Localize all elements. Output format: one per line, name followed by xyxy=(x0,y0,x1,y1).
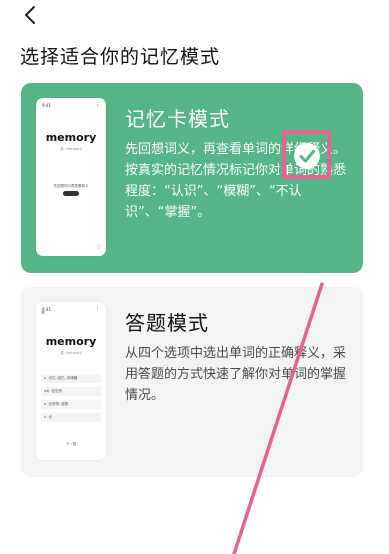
flashcard-preview-image: 9:41 ⋮ memory 英 /ˈmeməri/ 先回想词义再查看释义 xyxy=(36,98,106,256)
preview-hint: 先回想词义再查看释义 xyxy=(53,184,89,188)
mode-card-quiz[interactable]: 9:41 × ⋮ memory 英 /ˈmeməri/ n. 记忆, 回忆, 存… xyxy=(21,287,363,477)
preview-close-icon: × xyxy=(41,310,46,316)
preview-corner-icon xyxy=(96,244,101,249)
mode-description: 从四个选项中选出单词的正确释义，采用答题的方式快速了解你对单词的掌握情况。 xyxy=(125,346,347,403)
preview-phonetic: 英 /ˈmeməri/ xyxy=(60,351,82,355)
preview-option: n. 记 xyxy=(41,413,101,422)
back-chevron-icon[interactable] xyxy=(20,4,42,26)
preview-option: adj. 纪念的 xyxy=(41,387,101,396)
preview-option: n. 纪念物, 遗物 xyxy=(41,400,101,409)
mode-title: 记忆卡模式 xyxy=(125,107,230,131)
preview-word: memory xyxy=(45,131,97,144)
preview-word: memory xyxy=(45,335,97,348)
preview-reveal-button xyxy=(63,191,79,196)
preview-status-time: 9:41 xyxy=(42,103,51,108)
mode-title: 答题模式 xyxy=(125,311,209,335)
check-circle-icon[interactable] xyxy=(294,143,320,169)
preview-option: n. 记忆, 回忆, 存储器 xyxy=(41,374,101,383)
quiz-preview-image: 9:41 × ⋮ memory 英 /ˈmeməri/ n. 记忆, 回忆, 存… xyxy=(36,302,106,460)
page-title: 选择适合你的记忆模式 xyxy=(20,46,221,68)
preview-next-label: 下一题 xyxy=(65,442,77,446)
preview-menu-icon: ⋮ xyxy=(95,306,100,312)
preview-menu-icon: ⋮ xyxy=(95,102,100,108)
preview-phonetic: 英 /ˈmeməri/ xyxy=(60,147,82,151)
